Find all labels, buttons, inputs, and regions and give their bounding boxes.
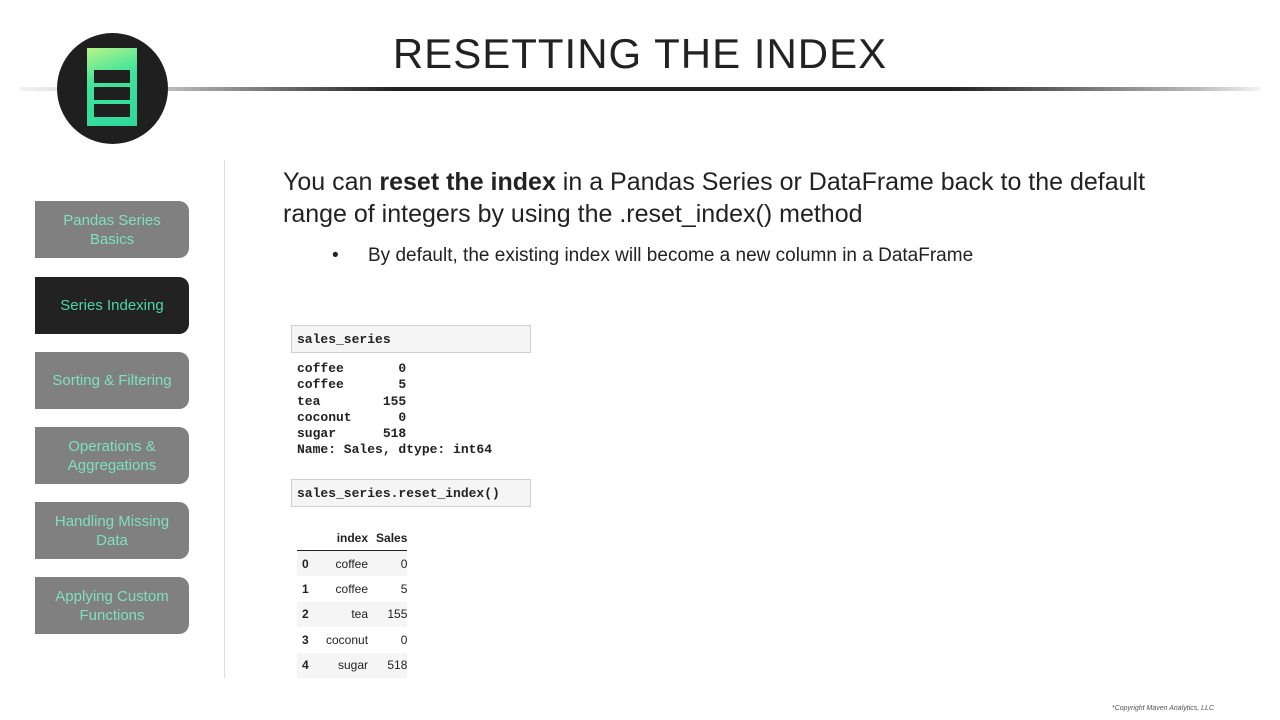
lead-text: You can reset the index in a Pandas Seri… [283, 168, 1146, 228]
table-cell: 0 [400, 632, 408, 647]
table-cell: coffee [335, 581, 369, 596]
table-cell: 2 [297, 601, 313, 627]
table-row: 2 tea 155 [297, 601, 408, 627]
dataframe-output: index Sales 0 coffee 0 1 coffee 5 2 tea 155 3 cocon… [297, 527, 408, 678]
series-icon [87, 48, 137, 126]
table-cell: 4 [297, 652, 313, 678]
logo [57, 33, 168, 144]
code-cell-1: sales_series [291, 325, 531, 353]
table-cell: 5 [400, 581, 408, 596]
code-cell-2: sales_series.reset_index() [291, 479, 531, 507]
table-cell: tea [312, 601, 369, 627]
table-cell: sugar [312, 652, 369, 678]
table-cell: coffee [312, 550, 369, 576]
nav-operations-aggregations[interactable]: Operations & Aggregations [35, 427, 189, 484]
nav-series-indexing[interactable]: Series Indexing [35, 277, 189, 334]
nav-applying-custom-functions[interactable]: Applying Custom Functions [35, 577, 189, 634]
table-cell: 0 [297, 550, 313, 576]
series-output: coffee 0 coffee 5 tea 155 coconut 0 sugar 51… [297, 361, 493, 458]
table-cell: 0 [368, 550, 408, 576]
nav-handling-missing-data[interactable]: Handling Missing Data [35, 502, 189, 559]
nav-sorting-filtering[interactable]: Sorting & Filtering [35, 352, 189, 409]
table-cell: 155 [368, 601, 408, 627]
table-cell: 518 [368, 652, 408, 678]
table-row: 0 coffee 0 [297, 550, 408, 576]
nav-pandas-series-basics[interactable]: Pandas Series Basics [35, 201, 189, 258]
table-cell: 3 [302, 632, 309, 647]
copyright: *Copyright Maven Analytics, LLC [1111, 705, 1214, 712]
slide-title: RESETTING THE INDEX [392, 30, 888, 77]
table-cell: 1 [302, 581, 309, 596]
divider [224, 160, 225, 678]
table-cell: coconut [326, 632, 369, 647]
table-row: 4 sugar 518 [297, 652, 408, 678]
table-row: 3 coconut 0 [297, 627, 407, 653]
table-row: 1 coffee 5 [297, 576, 407, 602]
bullet-item: • By default, the existing index will bec… [332, 245, 974, 266]
title-rule [20, 87, 1260, 91]
